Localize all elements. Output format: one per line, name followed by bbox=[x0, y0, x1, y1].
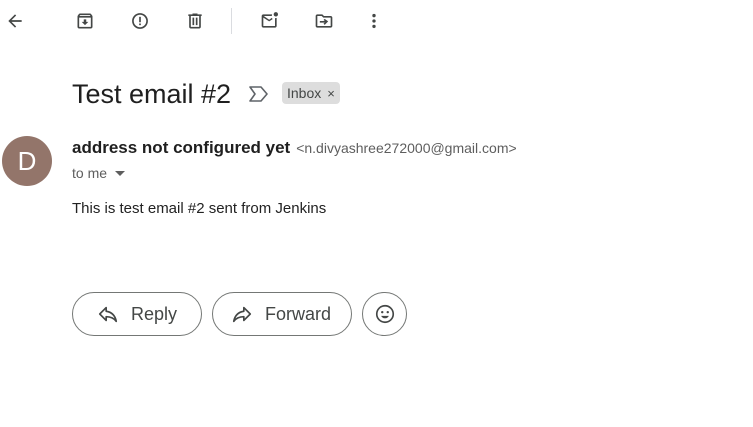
sender-name[interactable]: address not configured yet bbox=[72, 138, 290, 158]
add-reaction-button[interactable] bbox=[362, 292, 407, 336]
archive-button[interactable] bbox=[71, 7, 99, 35]
reply-icon bbox=[98, 306, 118, 323]
emoji-icon bbox=[375, 304, 394, 324]
forward-icon bbox=[232, 306, 252, 323]
mark-unread-button[interactable] bbox=[256, 7, 284, 35]
move-to-button[interactable] bbox=[310, 7, 338, 35]
trash-icon bbox=[188, 13, 202, 29]
archive-icon bbox=[77, 13, 93, 29]
report-spam-button[interactable] bbox=[126, 7, 154, 35]
back-button[interactable] bbox=[1, 7, 29, 35]
email-subject: Test email #2 bbox=[72, 79, 232, 109]
importance-marker-icon[interactable] bbox=[248, 84, 270, 104]
reply-button[interactable]: Reply bbox=[72, 292, 202, 336]
back-arrow-icon bbox=[8, 14, 22, 28]
report-spam-icon bbox=[132, 13, 148, 29]
label-chip-inbox: Inbox × bbox=[282, 82, 340, 104]
delete-button[interactable] bbox=[181, 7, 209, 35]
recipient-details-toggle[interactable]: to me bbox=[72, 165, 126, 181]
sender-line: address not configured yet <n.divyashree… bbox=[72, 138, 517, 158]
sender-email: <n.divyashree272000@gmail.com> bbox=[296, 140, 517, 156]
caret-down-icon bbox=[115, 170, 126, 176]
email-body: This is test email #2 sent from Jenkins bbox=[72, 200, 327, 217]
mark-unread-icon bbox=[261, 12, 278, 28]
remove-label-icon[interactable]: × bbox=[327, 86, 335, 101]
recipient-text: to me bbox=[72, 165, 108, 181]
reply-label: Reply bbox=[131, 303, 178, 324]
more-options-button[interactable] bbox=[360, 7, 388, 35]
more-vert-icon bbox=[372, 13, 376, 29]
toolbar-divider bbox=[231, 8, 232, 34]
sender-avatar[interactable]: D bbox=[2, 136, 52, 186]
forward-label: Forward bbox=[265, 303, 332, 324]
label-chip-text: Inbox bbox=[287, 85, 322, 101]
forward-button[interactable]: Forward bbox=[212, 292, 352, 336]
move-to-icon bbox=[315, 14, 333, 28]
